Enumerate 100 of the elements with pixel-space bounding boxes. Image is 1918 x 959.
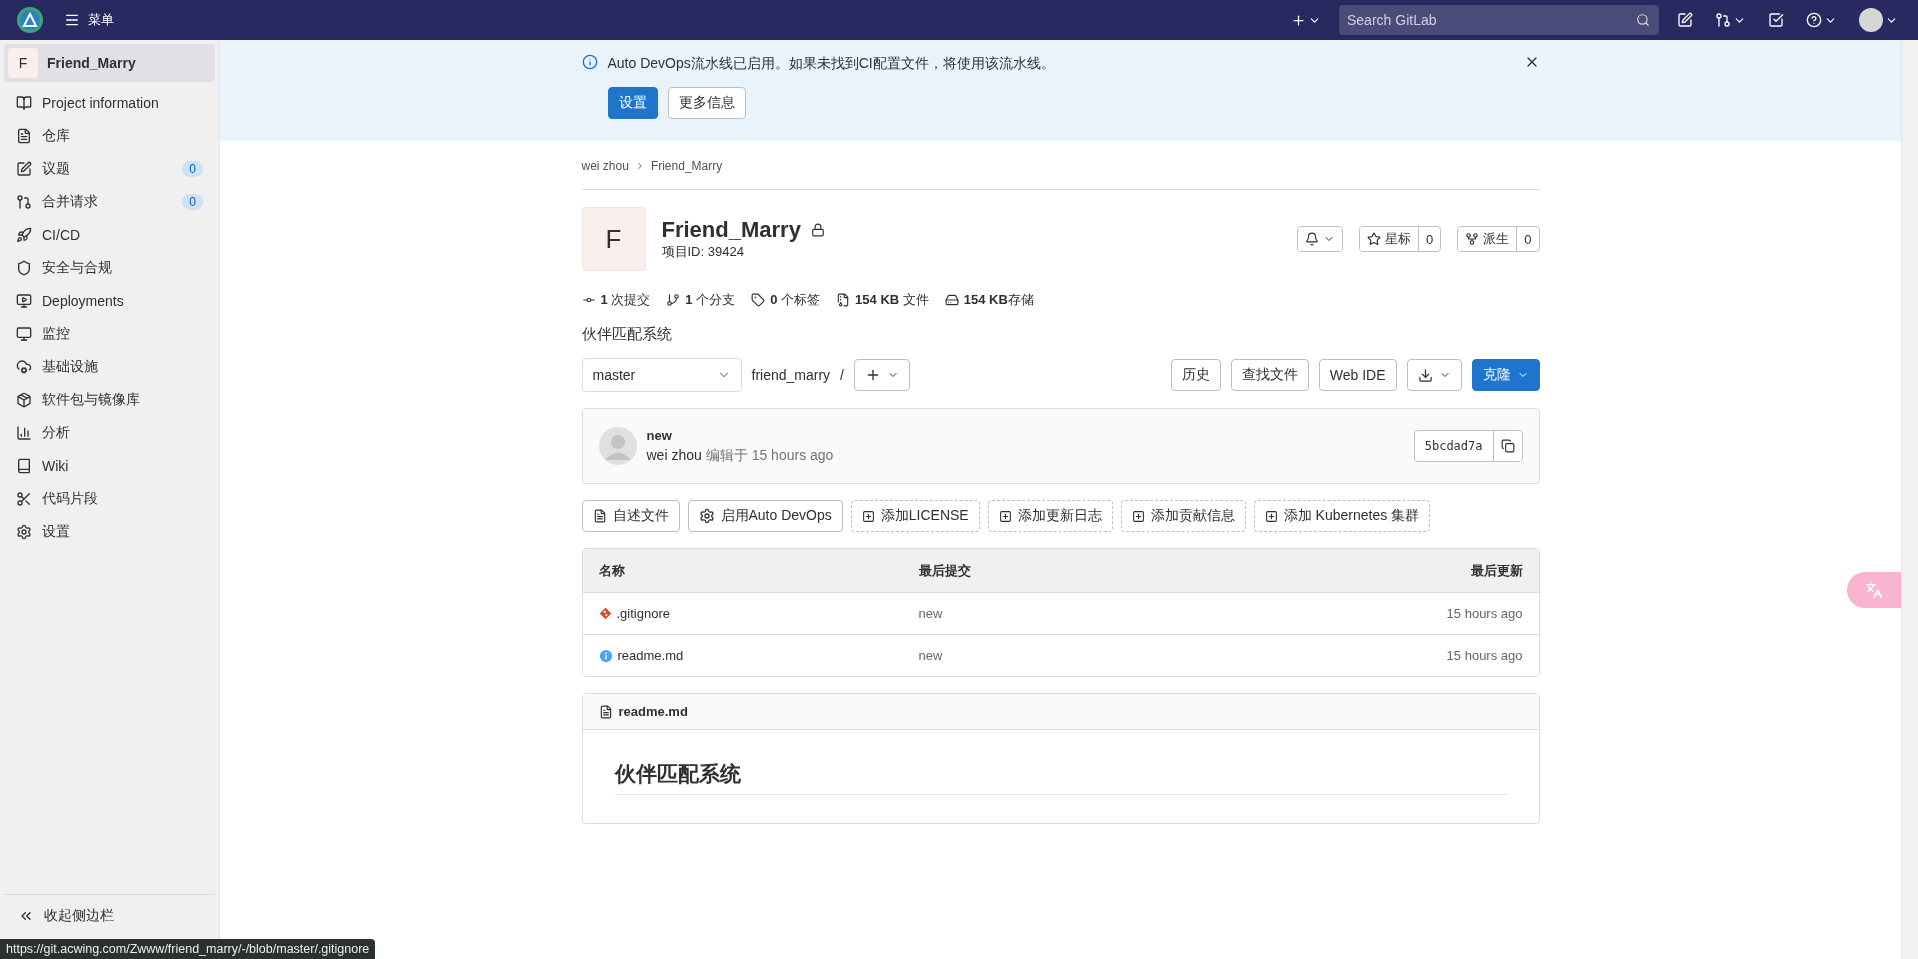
checkbox-icon: [1768, 12, 1784, 28]
sidebar-item[interactable]: 议题 0: [4, 152, 215, 185]
table-cell-text: 15 hours ago: [1445, 648, 1523, 663]
bell-icon: [1305, 232, 1320, 246]
sidebar-label: Deployments: [42, 292, 125, 309]
sidebar-item[interactable]: 分析: [4, 416, 215, 449]
sidebar-item[interactable]: 合并请求 0: [4, 185, 215, 218]
action-button[interactable]: 查找文件: [1230, 359, 1309, 391]
info-icon: [581, 54, 598, 70]
quick-action-button[interactable]: 自述文件: [581, 500, 680, 532]
sidebar-item[interactable]: CI/CD: [4, 218, 215, 251]
action-button[interactable]: Web IDE: [1318, 359, 1397, 391]
add-menu-button[interactable]: [854, 359, 910, 391]
plus-square-icon: [998, 509, 1012, 523]
plus-square-icon: [861, 509, 875, 523]
sidebar-item[interactable]: 安全与合规: [4, 251, 215, 284]
commit-title[interactable]: new: [646, 427, 834, 443]
sidebar-item[interactable]: 软件包与镜像库: [4, 383, 215, 416]
count-badge: 0: [182, 193, 203, 210]
stat-link[interactable]: 1 次提交: [581, 291, 651, 309]
table-cell-text: 15 hours ago: [1445, 606, 1523, 621]
translate-icon: [1865, 581, 1883, 599]
sidebar-label: CI/CD: [42, 226, 82, 243]
settings-icon: [16, 523, 32, 540]
download-button[interactable]: [1406, 359, 1462, 391]
storage-icon: [944, 293, 959, 307]
branch-select[interactable]: master: [581, 358, 742, 392]
readme-filename: readme.md: [618, 704, 688, 719]
document-icon: [16, 127, 32, 144]
file-link[interactable]: readme.md: [598, 648, 919, 663]
action-button[interactable]: 历史: [1170, 359, 1221, 391]
package-icon: [16, 391, 32, 408]
sidebar-label: Project information: [42, 94, 160, 111]
path-link[interactable]: friend_marry: [751, 367, 831, 383]
sidebar-label: 合并请求: [42, 192, 99, 211]
sidebar-item[interactable]: Project information: [4, 86, 215, 119]
quick-action-button[interactable]: 添加LICENSE: [850, 500, 980, 532]
plus-icon: [865, 367, 881, 383]
shield-icon: [16, 259, 32, 276]
more-info-button[interactable]: 更多信息: [667, 87, 746, 119]
sidebar-label: 监控: [42, 324, 71, 343]
bar-chart-icon: [16, 424, 32, 441]
stat-link[interactable]: 154 KB 文件: [836, 291, 929, 309]
project-id: 项目ID: 39424: [661, 244, 744, 259]
help-icon: [1806, 12, 1822, 28]
quick-action-button[interactable]: 添加 Kubernetes 集群: [1253, 500, 1431, 532]
user-avatar: [1859, 8, 1883, 32]
settings-button[interactable]: 设置: [607, 87, 658, 119]
readme-heading: 伙伴匹配系统: [614, 760, 1507, 795]
commit-author[interactable]: wei zhou: [646, 446, 702, 465]
cloud-gear-icon: [16, 358, 32, 375]
fork-button[interactable]: 派生 0: [1457, 226, 1540, 252]
stat-link[interactable]: 154 KB存储: [944, 291, 1034, 309]
git-diamond-icon: [598, 607, 612, 620]
breadcrumb-link[interactable]: wei zhou: [581, 159, 629, 173]
commit-link[interactable]: new: [918, 606, 1323, 621]
sidebar-label: 安全与合规: [42, 258, 113, 277]
sidebar-item[interactable]: Deployments: [4, 284, 215, 317]
download-icon: [1417, 367, 1433, 383]
breadcrumb-link[interactable]: Friend_Marry: [650, 159, 723, 173]
user-avatar: [598, 427, 637, 465]
notification-button[interactable]: [1297, 226, 1344, 252]
stat-link[interactable]: 0 个标签: [751, 291, 821, 309]
stat-link[interactable]: 1 个分支: [666, 291, 736, 309]
sidebar-item[interactable]: 设置: [4, 515, 215, 548]
menu-button[interactable]: 菜单: [58, 7, 120, 33]
path-separator: /: [840, 367, 844, 383]
book-icon: [16, 94, 32, 111]
sidebar-item[interactable]: Wiki: [4, 449, 215, 482]
sidebar-item[interactable]: 监控: [4, 317, 215, 350]
sidebar-label: 议题: [42, 159, 71, 178]
scissors-icon: [16, 490, 32, 507]
sidebar-label: 仓库: [42, 126, 71, 145]
file-link[interactable]: .gitignore: [598, 606, 919, 621]
document-icon: [598, 704, 613, 719]
document-icon: [592, 509, 607, 523]
sidebar-label: 软件包与镜像库: [42, 390, 141, 409]
project-link[interactable]: F Friend_Marry: [4, 44, 215, 82]
lock-icon: [810, 223, 825, 237]
tag-icon: [751, 293, 766, 307]
menu-icon: [64, 12, 80, 28]
sidebar-item[interactable]: 基础设施: [4, 350, 215, 383]
banner-message: Auto DevOps流水线已启用。如果未找到CI配置文件，将使用该流水线。: [607, 55, 1056, 73]
sidebar-item[interactable]: 代码片段: [4, 482, 215, 515]
project-title: Friend_Marry: [661, 217, 801, 243]
collapse-sidebar-button[interactable]: 收起侧边栏: [4, 903, 215, 929]
quick-action-button[interactable]: 启用Auto DevOps: [687, 500, 843, 532]
star-icon: [1367, 232, 1382, 246]
fork-icon: [1465, 232, 1480, 246]
clone-button[interactable]: 克隆: [1471, 359, 1540, 391]
project-avatar: F: [8, 48, 38, 78]
monitor-icon: [16, 325, 32, 342]
search-icon: [1636, 13, 1650, 27]
commit-link[interactable]: new: [918, 648, 1323, 663]
logo-icon[interactable]: [16, 6, 44, 34]
commit-sha[interactable]: 5bcdad7a: [1414, 431, 1494, 461]
sidebar-item[interactable]: 仓库: [4, 119, 215, 152]
quick-action-button[interactable]: 添加更新日志: [987, 500, 1113, 532]
star-button[interactable]: 星标 0: [1359, 226, 1442, 252]
quick-action-button[interactable]: 添加贡献信息: [1120, 500, 1246, 532]
